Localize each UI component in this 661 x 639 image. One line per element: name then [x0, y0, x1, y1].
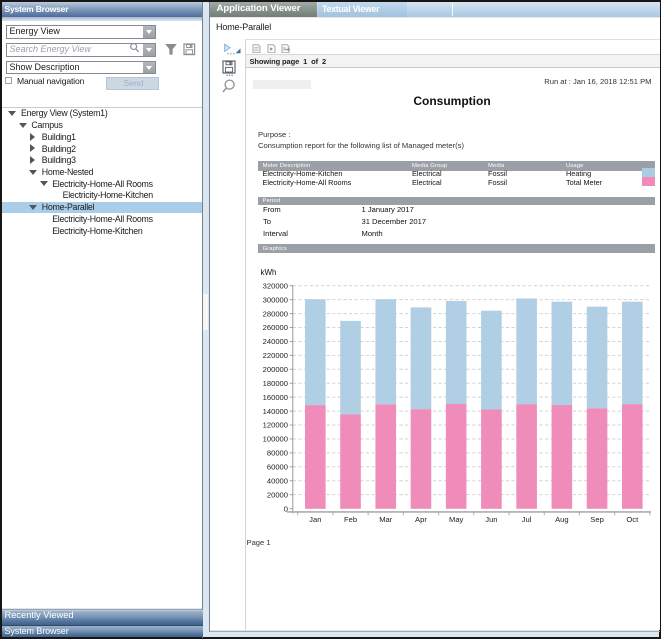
svg-text:Jul: Jul	[522, 515, 532, 524]
svg-text:Aug: Aug	[555, 515, 569, 524]
svg-text:200000: 200000	[263, 365, 288, 374]
svg-text:40000: 40000	[267, 476, 288, 485]
svg-text:160000: 160000	[263, 393, 288, 402]
svg-text:300000: 300000	[263, 295, 288, 304]
svg-text:320000: 320000	[263, 281, 288, 290]
svg-text:Sep: Sep	[590, 515, 604, 524]
svg-text:Apr: Apr	[415, 515, 427, 524]
svg-text:May: May	[449, 515, 464, 524]
svg-text:60000: 60000	[267, 463, 288, 472]
svg-text:Oct: Oct	[626, 515, 639, 524]
svg-text:Jan: Jan	[309, 515, 321, 524]
svg-text:Jun: Jun	[485, 515, 497, 524]
svg-text:220000: 220000	[263, 351, 288, 360]
svg-text:180000: 180000	[263, 379, 288, 388]
svg-text:240000: 240000	[263, 337, 288, 346]
svg-text:Mar: Mar	[379, 515, 393, 524]
svg-text:280000: 280000	[263, 309, 288, 318]
svg-text:100000: 100000	[263, 435, 288, 444]
svg-text:80000: 80000	[267, 449, 288, 458]
svg-text:120000: 120000	[263, 421, 288, 430]
svg-text:Feb: Feb	[344, 515, 357, 524]
svg-text:260000: 260000	[263, 323, 288, 332]
svg-text:20000: 20000	[267, 490, 288, 499]
svg-text:140000: 140000	[263, 407, 288, 416]
